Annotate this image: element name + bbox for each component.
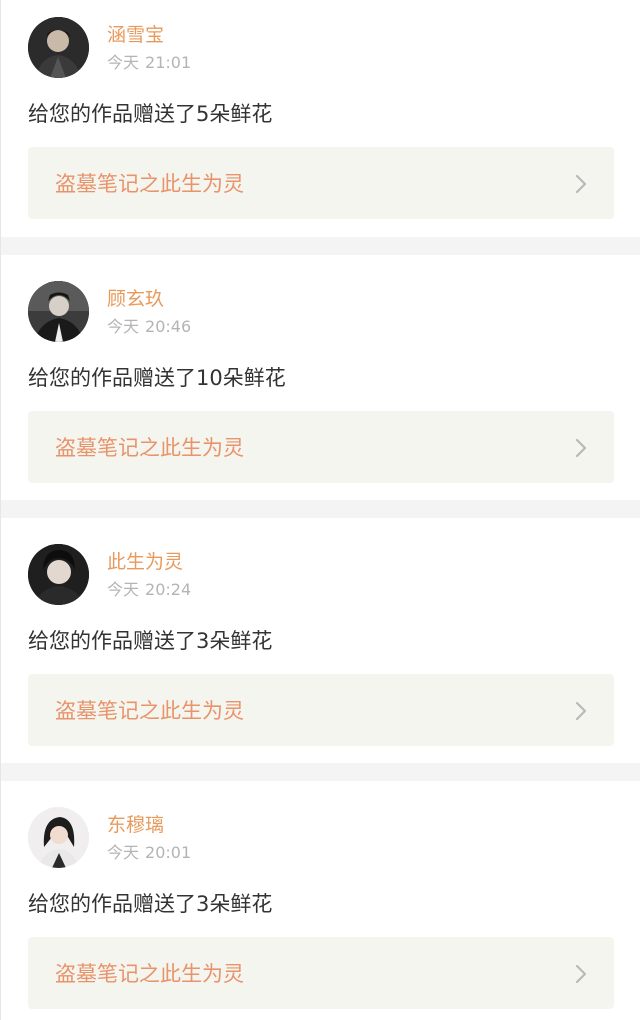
work-title: 盗墓笔记之此生为灵 [55,436,244,460]
gift-message: 给您的作品赠送了10朵鲜花 [28,366,286,390]
username[interactable]: 东穆璃 [107,813,164,837]
work-title: 盗墓笔记之此生为灵 [55,962,244,986]
timestamp-clock: 20:24 [145,580,192,599]
timestamp-clock: 20:46 [145,317,192,336]
username[interactable]: 顾玄玖 [107,287,164,311]
chevron-right-icon [575,964,587,984]
chevron-right-icon [575,174,587,194]
timestamp-clock: 21:01 [145,53,192,72]
work-link-card[interactable]: 盗墓笔记之此生为灵 [28,674,614,746]
gift-message: 给您的作品赠送了3朵鲜花 [28,892,273,916]
card-divider [1,763,640,781]
user-avatar-icon[interactable] [28,544,89,605]
username[interactable]: 此生为灵 [107,550,183,574]
notification-card: 此生为灵 今天 20:24 给您的作品赠送了3朵鲜花 盗墓笔记之此生为灵 [1,518,640,755]
notification-feed: 涵雪宝 今天 21:01 给您的作品赠送了5朵鲜花 盗墓笔记之此生为灵 顾玄玖 今… [0,0,640,1020]
username[interactable]: 涵雪宝 [107,23,164,47]
timestamp-day: 今天 [107,317,140,336]
card-divider [1,237,640,255]
work-title: 盗墓笔记之此生为灵 [55,699,244,723]
work-title: 盗墓笔记之此生为灵 [55,172,244,196]
user-avatar-icon[interactable] [28,281,89,342]
work-link-card[interactable]: 盗墓笔记之此生为灵 [28,937,614,1009]
timestamp: 今天 20:46 [107,317,191,337]
timestamp: 今天 20:01 [107,843,191,863]
timestamp-day: 今天 [107,580,140,599]
timestamp: 今天 21:01 [107,53,191,73]
notification-card: 东穆璃 今天 20:01 给您的作品赠送了3朵鲜花 盗墓笔记之此生为灵 [1,781,640,1020]
timestamp-clock: 20:01 [145,843,192,862]
chevron-right-icon [575,701,587,721]
notification-card: 顾玄玖 今天 20:46 给您的作品赠送了10朵鲜花 盗墓笔记之此生为灵 [1,255,640,492]
work-link-card[interactable]: 盗墓笔记之此生为灵 [28,411,614,483]
user-avatar-icon[interactable] [28,17,89,78]
timestamp-day: 今天 [107,843,140,862]
user-avatar-icon[interactable] [28,807,89,868]
gift-message: 给您的作品赠送了5朵鲜花 [28,102,273,126]
timestamp: 今天 20:24 [107,580,191,600]
timestamp-day: 今天 [107,53,140,72]
notification-card: 涵雪宝 今天 21:01 给您的作品赠送了5朵鲜花 盗墓笔记之此生为灵 [1,0,640,237]
gift-message: 给您的作品赠送了3朵鲜花 [28,629,273,653]
chevron-right-icon [575,438,587,458]
work-link-card[interactable]: 盗墓笔记之此生为灵 [28,147,614,219]
card-divider [1,500,640,518]
